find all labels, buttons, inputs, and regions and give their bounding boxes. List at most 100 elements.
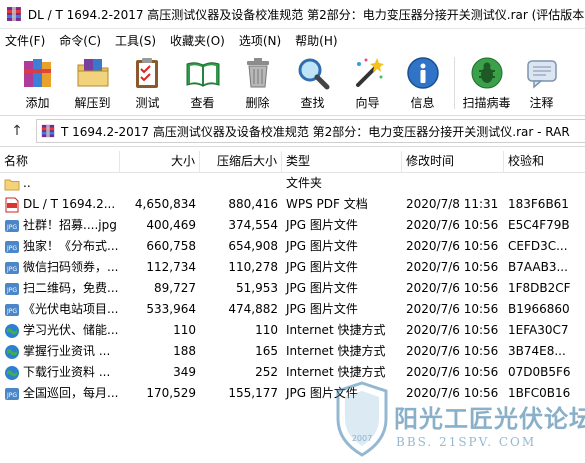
file-modified: 2020/7/6 10:56 — [406, 344, 499, 358]
path-field[interactable]: T 1694.2-2017 高压测试仪器及设备校准规范 第2部分：电力变压器分接… — [36, 119, 585, 143]
file-row[interactable]: JPG 独家！《分布式... 660,758 654,908 JPG 图片文件 2020/… — [0, 236, 585, 257]
file-type: Internet 快捷方式 — [286, 344, 386, 358]
file-list: .. 文件夹 DL / T 1694.2... 4,650,834 880,416 WPS… — [0, 173, 585, 404]
svg-text:JPG: JPG — [6, 224, 17, 231]
file-crc: 1BFC0B16 — [508, 386, 571, 400]
file-row[interactable]: JPG 微信扫码领券，... 112,734 110,278 JPG 图片文件 2020/… — [0, 257, 585, 278]
file-modified: 2020/7/6 10:56 — [406, 260, 499, 274]
file-row[interactable]: DL / T 1694.2... 4,650,834 880,416 WPS PDF … — [0, 194, 585, 215]
svg-text:JPG: JPG — [6, 308, 17, 315]
file-packed-size: 654,908 — [228, 239, 278, 253]
file-crc: B1966860 — [508, 302, 570, 316]
wizard-button[interactable]: 向导 — [340, 51, 395, 111]
file-name: 微信扫码领券，... — [23, 260, 119, 274]
watermark-year: 2007 — [352, 434, 372, 443]
file-modified: 2020/7/6 10:56 — [406, 365, 499, 379]
extract-to-button[interactable]: 解压到 — [65, 51, 120, 111]
watermark-url: BBS. 21SPV. COM — [396, 435, 537, 449]
menu-help[interactable]: 帮助(H) — [290, 32, 346, 49]
folder-icon — [4, 176, 23, 192]
svg-text:JPG: JPG — [6, 245, 17, 252]
info-icon — [406, 57, 439, 89]
file-type: JPG 图片文件 — [286, 260, 358, 274]
file-name: 《光伏电站项目... — [23, 302, 119, 316]
column-modified[interactable]: 修改时间 — [402, 151, 504, 172]
scan-virus-label: 扫描病毒 — [462, 96, 511, 110]
test-button[interactable]: 测试 — [120, 51, 175, 111]
file-row[interactable]: JPG 社群！招募....jpg 400,469 374,554 JPG 图片文件 202… — [0, 215, 585, 236]
delete-button[interactable]: 删除 — [230, 51, 285, 111]
file-row[interactable]: 下载行业资料 ... 349 252 Internet 快捷方式 2020/7/6 10… — [0, 362, 585, 383]
file-row[interactable]: JPG 《光伏电站项目... 533,964 474,882 JPG 图片文件 2020/… — [0, 299, 585, 320]
jpg-icon: JPG — [4, 281, 23, 297]
file-name-cell: .. — [0, 173, 120, 194]
find-button[interactable]: 查找 — [285, 51, 340, 111]
file-row[interactable]: 掌握行业资讯 ... 188 165 Internet 快捷方式 2020/7/6 10… — [0, 341, 585, 362]
column-packed-size[interactable]: 压缩后大小 — [200, 151, 282, 172]
winrar-app-icon — [6, 7, 21, 21]
file-name-cell: JPG 全国巡回，每月... — [0, 383, 120, 404]
comment-button[interactable]: 注释 — [514, 51, 569, 111]
menu-commands[interactable]: 命令(C) — [54, 32, 110, 49]
file-modified: 2020/7/6 10:56 — [406, 323, 499, 337]
file-row[interactable]: JPG 扫二维码，免费... 89,727 51,953 JPG 图片文件 2020/7/… — [0, 278, 585, 299]
magic-wand-icon — [355, 58, 384, 87]
scan-virus-button[interactable]: 扫描病毒 — [459, 51, 514, 111]
svg-text:JPG: JPG — [6, 287, 17, 294]
file-row[interactable]: 学习光伏、储能... 110 110 Internet 快捷方式 2020/7/6 10… — [0, 320, 585, 341]
parent-folder-row[interactable]: .. 文件夹 — [0, 173, 585, 194]
file-crc: E5C4F79B — [508, 218, 570, 232]
file-packed-size: 110 — [255, 323, 278, 337]
menu-tools[interactable]: 工具(S) — [110, 32, 165, 49]
info-button[interactable]: 信息 — [395, 51, 450, 111]
svg-text:JPG: JPG — [6, 266, 17, 273]
file-size: 4,650,834 — [134, 197, 196, 211]
file-name-cell: JPG 社群！招募....jpg — [0, 215, 120, 236]
file-size: 170,529 — [146, 386, 196, 400]
file-packed-size: 51,953 — [236, 281, 278, 295]
file-name: 扫二维码，免费... — [23, 281, 119, 295]
file-size: 89,727 — [154, 281, 196, 295]
trash-icon — [246, 58, 269, 88]
menu-file[interactable]: 文件(F) — [0, 32, 54, 49]
column-crc[interactable]: 校验和 — [504, 151, 585, 172]
comment-label: 注释 — [529, 96, 554, 110]
file-size: 188 — [173, 344, 196, 358]
view-button[interactable]: 查看 — [175, 51, 230, 111]
file-crc: 07D0B5F6 — [508, 365, 571, 379]
toolbar-separator — [454, 57, 455, 109]
globe-icon — [4, 365, 23, 381]
file-size: 110 — [173, 323, 196, 337]
file-crc: 1EFA30C7 — [508, 323, 569, 337]
column-size[interactable]: 大小 — [120, 151, 200, 172]
view-label: 查看 — [190, 96, 215, 110]
magnifier-icon — [298, 58, 329, 90]
file-name: .. — [23, 176, 31, 190]
column-type[interactable]: 类型 — [282, 151, 402, 172]
column-headers: 名称 大小 压缩后大小 类型 修改时间 校验和 — [0, 151, 585, 173]
menu-favorites[interactable]: 收藏夹(O) — [165, 32, 234, 49]
file-row[interactable]: JPG 全国巡回，每月... 170,529 155,177 JPG 图片文件 2020/… — [0, 383, 585, 404]
find-label: 查找 — [300, 96, 325, 110]
file-modified: 2020/7/6 10:56 — [406, 281, 499, 295]
file-modified: 2020/7/8 11:31 — [406, 197, 499, 211]
add-button[interactable]: 添加 — [10, 51, 65, 111]
file-type: JPG 图片文件 — [286, 281, 358, 295]
file-crc: CEFD3C... — [508, 239, 568, 253]
file-packed-size: 110,278 — [228, 260, 278, 274]
clipboard-check-icon — [135, 58, 158, 88]
jpg-icon: JPG — [4, 239, 23, 255]
column-name[interactable]: 名称 — [0, 151, 120, 172]
file-type: Internet 快捷方式 — [286, 365, 386, 379]
file-name-cell: DL / T 1694.2... — [0, 194, 120, 215]
up-arrow-icon[interactable]: ↑ — [0, 123, 34, 139]
file-crc: B7AAB3... — [508, 260, 568, 274]
toolbar: 添加 解压到 测试 查看 删除 查找 向导 信息 扫描病毒 注释 — [0, 51, 585, 116]
add-label: 添加 — [25, 96, 50, 110]
file-type: JPG 图片文件 — [286, 218, 358, 232]
file-size: 349 — [173, 365, 196, 379]
menu-options[interactable]: 选项(N) — [234, 32, 290, 49]
jpg-icon: JPG — [4, 386, 23, 402]
svg-text:JPG: JPG — [6, 392, 17, 399]
jpg-icon: JPG — [4, 260, 23, 276]
